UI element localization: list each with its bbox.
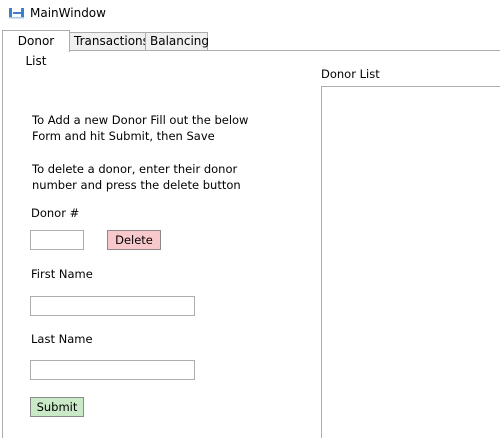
tab-balancing[interactable]: Balancing <box>145 32 209 51</box>
title-bar: MainWindow <box>0 0 500 28</box>
donor-list-label: Donor List <box>321 67 380 81</box>
donor-listbox[interactable] <box>321 86 500 438</box>
first-name-label: First Name <box>31 267 93 281</box>
tab-strip: Donor List Transactions Balancing <box>0 30 500 68</box>
add-instructions-line2: Form and hit Submit, then Save <box>32 129 215 143</box>
first-name-input[interactable] <box>30 296 195 316</box>
submit-button[interactable]: Submit <box>30 397 84 417</box>
donor-number-input[interactable] <box>30 230 84 250</box>
add-instructions-line1: To Add a new Donor Fill out the below <box>32 113 249 127</box>
donor-number-label: Donor # <box>31 206 80 220</box>
last-name-label: Last Name <box>31 332 93 346</box>
delete-instructions-line2: number and press the delete button <box>32 178 241 192</box>
tab-transactions[interactable]: Transactions <box>69 32 149 51</box>
delete-instructions-line1: To delete a donor, enter their donor <box>32 162 238 176</box>
app-window-icon <box>8 6 26 20</box>
delete-button[interactable]: Delete <box>107 230 161 250</box>
tab-donor-list[interactable]: Donor List <box>2 30 70 68</box>
window-title: MainWindow <box>30 6 106 20</box>
last-name-input[interactable] <box>30 360 195 380</box>
